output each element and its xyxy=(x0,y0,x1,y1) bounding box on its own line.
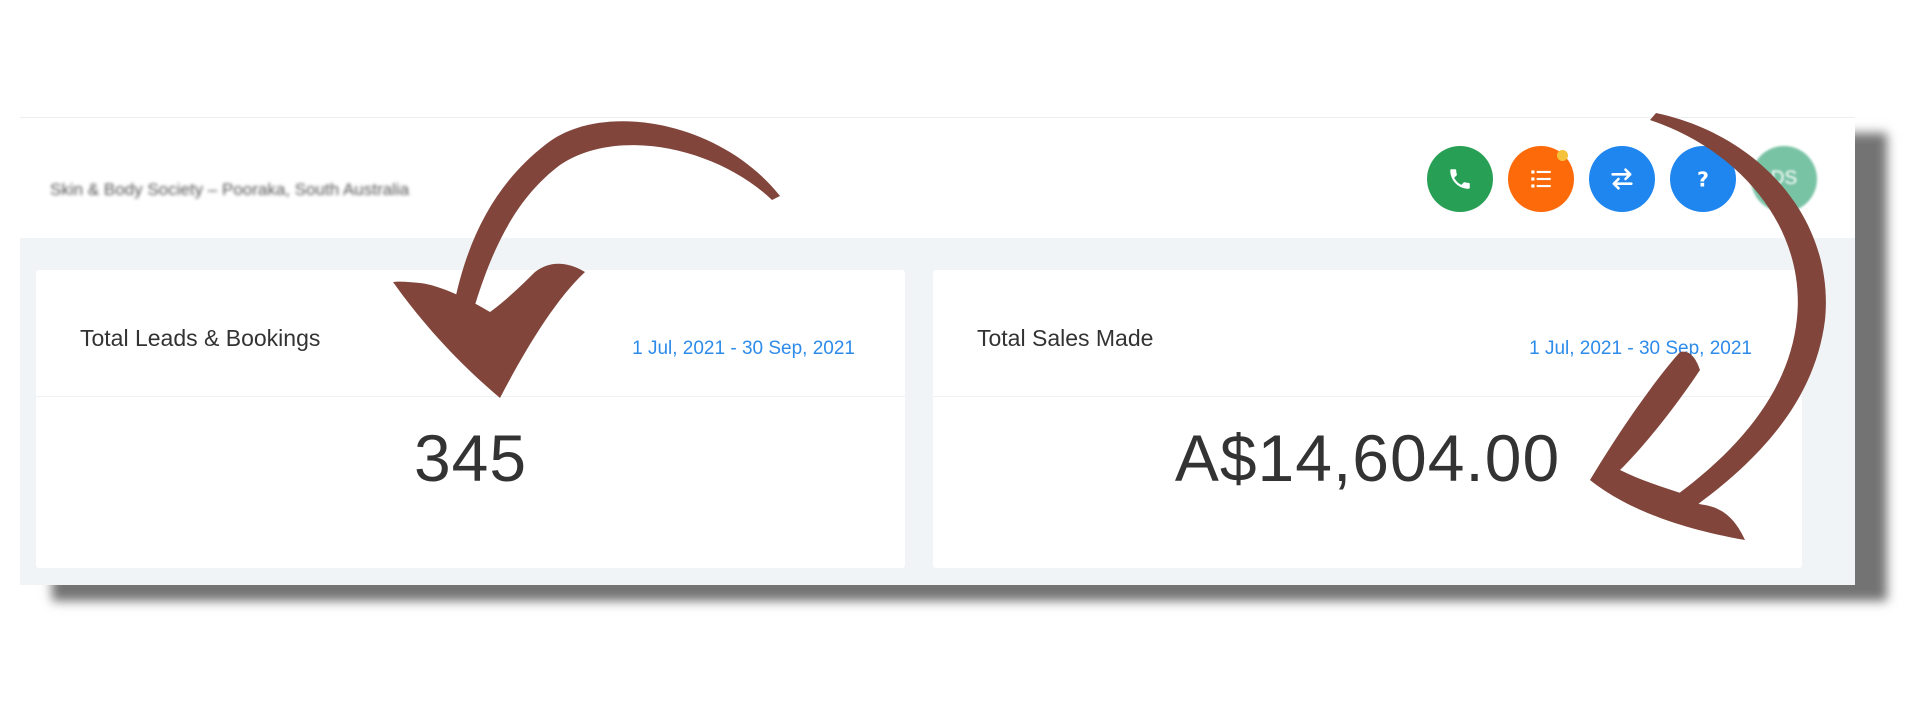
help-button[interactable]: ? xyxy=(1670,146,1736,212)
svg-text:?: ? xyxy=(1697,168,1709,192)
user-avatar[interactable]: DS xyxy=(1751,146,1817,212)
top-bar: Skin & Body Society – Pooraka, South Aus… xyxy=(20,117,1855,238)
total-sales-value: A$14,604.00 xyxy=(1174,421,1561,495)
card-header: Total Leads & Bookings 1 Jul, 2021 - 30 … xyxy=(36,270,905,397)
date-range-link[interactable]: 1 Jul, 2021 - 30 Sep, 2021 xyxy=(1529,338,1752,360)
location-name: Skin & Body Society – Pooraka, South Aus… xyxy=(50,180,410,199)
dashboard-screenshot: Skin & Body Society – Pooraka, South Aus… xyxy=(20,117,1855,585)
card-title: Total Leads & Bookings xyxy=(80,325,321,351)
total-sales-card: Total Sales Made 1 Jul, 2021 - 30 Sep, 2… xyxy=(933,270,1802,568)
total-leads-card: Total Leads & Bookings 1 Jul, 2021 - 30 … xyxy=(36,270,905,568)
task-list-button[interactable] xyxy=(1508,146,1574,212)
action-buttons: ? DS xyxy=(1427,146,1817,212)
card-header: Total Sales Made 1 Jul, 2021 - 30 Sep, 2… xyxy=(933,270,1802,397)
notification-dot xyxy=(1557,150,1568,161)
phone-button[interactable] xyxy=(1427,146,1493,212)
card-title: Total Sales Made xyxy=(977,325,1154,351)
help-icon: ? xyxy=(1697,168,1709,192)
total-leads-value: 345 xyxy=(413,421,528,495)
date-range-link[interactable]: 1 Jul, 2021 - 30 Sep, 2021 xyxy=(632,338,855,360)
list-icon xyxy=(1531,170,1551,188)
swap-icon xyxy=(1611,168,1633,190)
switch-location-button[interactable] xyxy=(1589,146,1655,212)
phone-icon xyxy=(1450,169,1470,189)
